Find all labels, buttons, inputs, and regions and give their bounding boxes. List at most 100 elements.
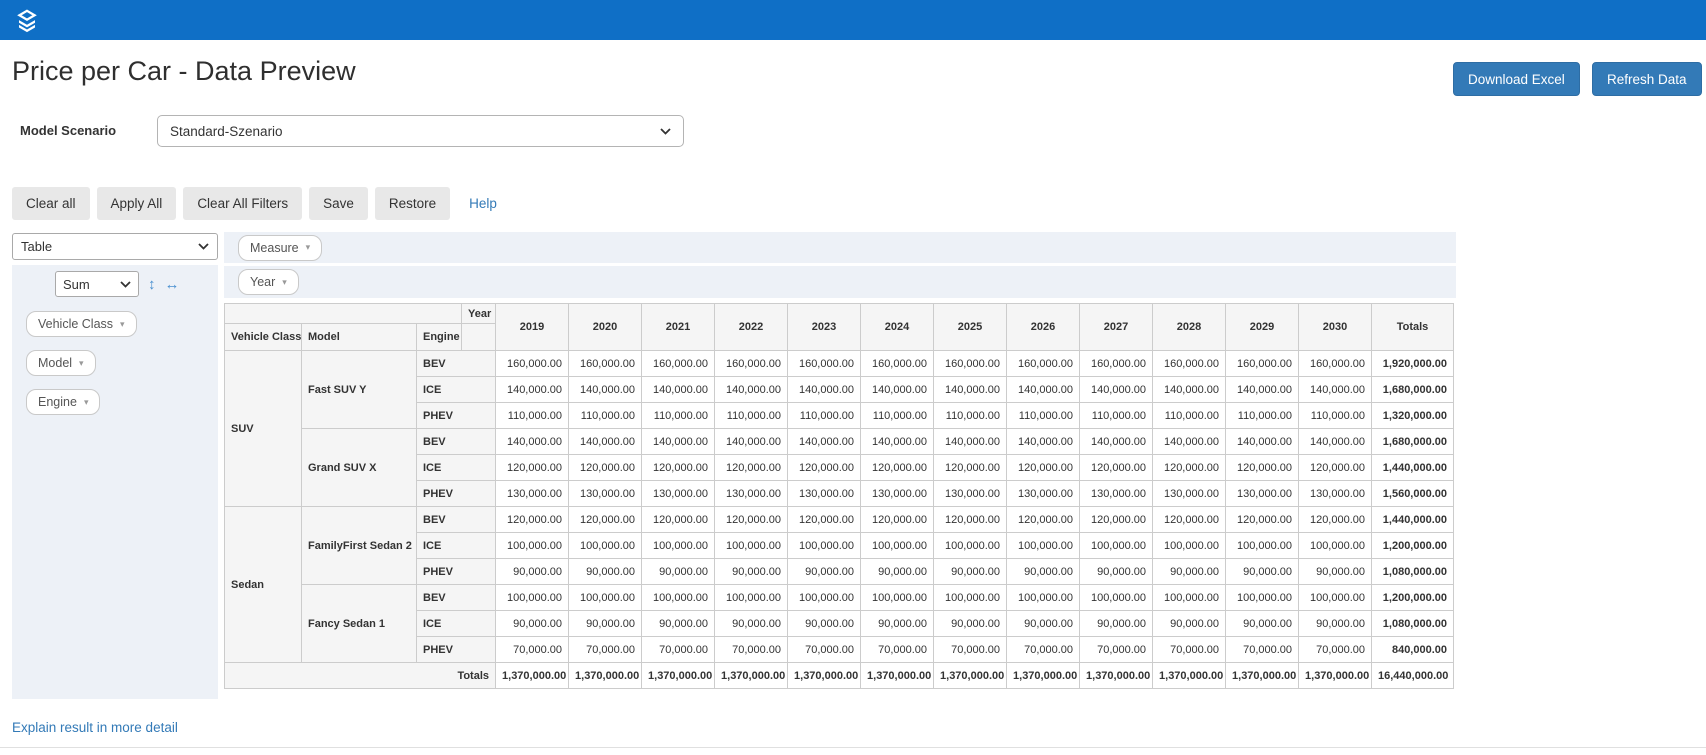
value-cell: 70,000.00: [1226, 637, 1299, 663]
model-scenario-select[interactable]: Standard-Szenario: [157, 115, 684, 147]
year-column-header: 2029: [1226, 304, 1299, 351]
value-cell: 120,000.00: [861, 455, 934, 481]
value-cell: 130,000.00: [642, 481, 715, 507]
value-cell: 140,000.00: [642, 429, 715, 455]
column-fields-area: Year ▾: [224, 266, 1456, 298]
value-cell: 120,000.00: [715, 455, 788, 481]
row-total-cell: 1,440,000.00: [1372, 455, 1454, 481]
row-order-icon[interactable]: ↕: [148, 277, 156, 292]
value-cell: 160,000.00: [788, 351, 861, 377]
value-cell: 160,000.00: [1007, 351, 1080, 377]
model-cell: Fast SUV Y: [302, 351, 417, 429]
value-cell: 90,000.00: [861, 559, 934, 585]
pivot-field-label: Model: [38, 356, 72, 370]
value-cell: 130,000.00: [715, 481, 788, 507]
toolbar: Clear all Apply All Clear All Filters Sa…: [12, 187, 497, 220]
model-scenario-selected-value: Standard-Szenario: [170, 124, 283, 139]
totals-row: Totals1,370,000.001,370,000.001,370,000.…: [225, 663, 1454, 689]
value-cell: 130,000.00: [788, 481, 861, 507]
value-cell: 120,000.00: [569, 507, 642, 533]
download-excel-button[interactable]: Download Excel: [1453, 62, 1580, 96]
value-cell: 160,000.00: [1299, 351, 1372, 377]
pivot-field-model[interactable]: Model ▾: [26, 350, 96, 376]
column-total-cell: 1,370,000.00: [788, 663, 861, 689]
vehicle-class-cell: SUV: [225, 351, 302, 507]
aggregator-select[interactable]: Sum: [55, 271, 139, 297]
value-cell: 100,000.00: [1226, 585, 1299, 611]
value-cell: 160,000.00: [934, 351, 1007, 377]
value-cell: 130,000.00: [1299, 481, 1372, 507]
value-cell: 70,000.00: [715, 637, 788, 663]
value-cell: 110,000.00: [642, 403, 715, 429]
page-title: Price per Car - Data Preview: [12, 56, 356, 87]
layers-icon[interactable]: [14, 8, 40, 34]
value-cell: 140,000.00: [1007, 377, 1080, 403]
refresh-data-button[interactable]: Refresh Data: [1592, 62, 1702, 96]
grand-total-cell: 16,440,000.00: [1372, 663, 1454, 689]
value-cell: 120,000.00: [934, 455, 1007, 481]
chevron-down-icon: [120, 281, 131, 288]
value-cell: 90,000.00: [715, 611, 788, 637]
value-cell: 130,000.00: [1153, 481, 1226, 507]
value-cell: 120,000.00: [861, 507, 934, 533]
value-cell: 140,000.00: [1226, 429, 1299, 455]
value-cell: 140,000.00: [934, 429, 1007, 455]
value-cell: 70,000.00: [496, 637, 569, 663]
value-cell: 100,000.00: [1226, 533, 1299, 559]
vehicle-class-cell: Sedan: [225, 507, 302, 663]
value-cell: 100,000.00: [1007, 533, 1080, 559]
year-column-header: 2030: [1299, 304, 1372, 351]
value-cell: 110,000.00: [934, 403, 1007, 429]
renderer-select[interactable]: Table: [12, 233, 218, 260]
value-cell: 140,000.00: [788, 377, 861, 403]
row-fields-stack: Vehicle Class ▾ Model ▾ Engine ▾: [12, 297, 218, 428]
year-column-header: 2024: [861, 304, 934, 351]
apply-all-button[interactable]: Apply All: [97, 187, 177, 220]
save-button[interactable]: Save: [309, 187, 368, 220]
value-cell: 100,000.00: [934, 585, 1007, 611]
engine-cell: PHEV: [417, 403, 496, 429]
value-cell: 90,000.00: [1080, 611, 1153, 637]
year-column-header: 2022: [715, 304, 788, 351]
engine-cell: PHEV: [417, 481, 496, 507]
engine-cell: PHEV: [417, 559, 496, 585]
header-blank-cell: [225, 304, 462, 324]
restore-button[interactable]: Restore: [375, 187, 450, 220]
explain-result-link[interactable]: Explain result in more detail: [12, 720, 178, 735]
top-navigation-bar: [0, 0, 1706, 40]
engine-cell: ICE: [417, 455, 496, 481]
value-cell: 140,000.00: [569, 377, 642, 403]
pivot-field-measure[interactable]: Measure ▾: [238, 235, 322, 261]
value-cell: 130,000.00: [861, 481, 934, 507]
value-cell: 120,000.00: [1007, 455, 1080, 481]
column-total-cell: 1,370,000.00: [861, 663, 934, 689]
pivot-field-engine[interactable]: Engine ▾: [26, 389, 100, 415]
value-cell: 100,000.00: [642, 533, 715, 559]
pivot-field-year[interactable]: Year ▾: [238, 269, 299, 295]
value-cell: 120,000.00: [1226, 507, 1299, 533]
dropdown-caret-icon: ▾: [282, 277, 287, 288]
value-cell: 100,000.00: [861, 585, 934, 611]
value-cell: 110,000.00: [1299, 403, 1372, 429]
clear-all-button[interactable]: Clear all: [12, 187, 90, 220]
totals-row-label: Totals: [225, 663, 496, 689]
row-total-cell: 1,080,000.00: [1372, 559, 1454, 585]
column-order-icon[interactable]: ↔: [165, 277, 180, 292]
value-cell: 70,000.00: [1153, 637, 1226, 663]
pivot-field-vehicle-class[interactable]: Vehicle Class ▾: [26, 311, 137, 337]
value-cell: 110,000.00: [1007, 403, 1080, 429]
help-link[interactable]: Help: [469, 196, 497, 211]
value-cell: 90,000.00: [934, 559, 1007, 585]
value-cell: 90,000.00: [1007, 559, 1080, 585]
dropdown-caret-icon: ▾: [84, 397, 89, 408]
row-total-cell: 1,680,000.00: [1372, 429, 1454, 455]
engine-cell: BEV: [417, 351, 496, 377]
engine-cell: BEV: [417, 585, 496, 611]
table-row: SedanFamilyFirst Sedan 2BEV120,000.00120…: [225, 507, 1454, 533]
value-cell: 90,000.00: [861, 611, 934, 637]
clear-all-filters-button[interactable]: Clear All Filters: [183, 187, 302, 220]
value-cell: 130,000.00: [1080, 481, 1153, 507]
model-cell: FamilyFirst Sedan 2: [302, 507, 417, 585]
value-cell: 110,000.00: [861, 403, 934, 429]
value-cell: 130,000.00: [934, 481, 1007, 507]
